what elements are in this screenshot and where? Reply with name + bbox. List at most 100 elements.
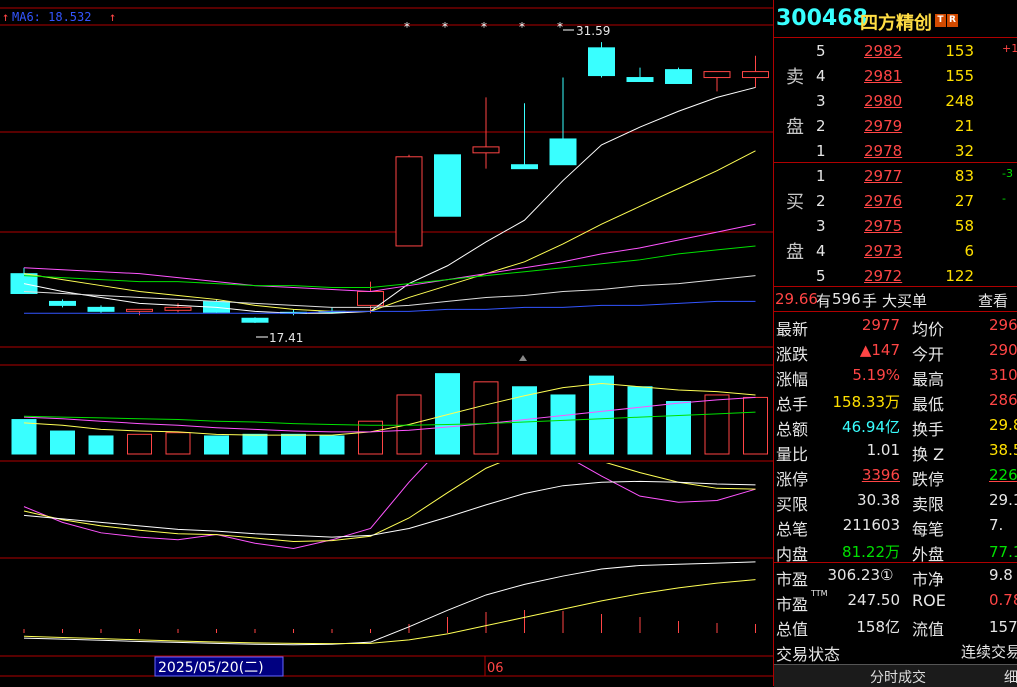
big-order-row[interactable]: 29.66 有 596 手 大买单 查看 xyxy=(774,288,1017,313)
stat-row[interactable]: 总额 46.94亿换手 29.89% xyxy=(774,414,1017,439)
ask-volume: 21 xyxy=(954,117,974,135)
stat-value: 1.01 xyxy=(866,441,900,459)
kline-chart-area[interactable]: ↑ MA6: 18.532 ↑ * * * * * 31.59 17.41 2025/0… xyxy=(0,0,773,686)
stat-row[interactable]: 总笔 211603 每笔 7. xyxy=(774,514,1017,539)
t-tag-icon: T xyxy=(935,14,946,27)
candle-body xyxy=(87,306,115,312)
volume-bar xyxy=(11,419,37,455)
ask-row[interactable]: 5 2982 153 +1 xyxy=(774,40,1017,65)
fund-value: 247.50 xyxy=(847,591,901,609)
ma6-arrow: ↑ xyxy=(109,10,116,24)
volume-bar xyxy=(704,394,730,455)
volume-bars xyxy=(11,373,768,455)
info-circle-icon[interactable]: ① xyxy=(880,566,893,584)
ask-volume: 153 xyxy=(945,42,974,60)
r-tag-icon: R xyxy=(947,14,958,27)
stat-value-2: 29.89% xyxy=(989,416,1017,434)
indicator-line-j xyxy=(23,480,756,538)
stat-label: 涨跌 xyxy=(776,345,809,364)
stat-label: 涨幅 xyxy=(776,370,809,389)
ask-row[interactable]: 3 2980 248 xyxy=(774,90,1017,115)
volume-bar xyxy=(473,381,499,455)
ma-line-ma5 xyxy=(23,86,756,314)
fundamental-row[interactable]: 市盈 247.50 ROE 0.780% TTM xyxy=(774,589,1017,614)
ask-row[interactable]: 4 2981 155 xyxy=(774,65,1017,90)
tab-time-trades[interactable]: 分时成交 xyxy=(870,667,926,687)
candle-body xyxy=(395,156,423,247)
ask-row[interactable]: 2 2979 21 xyxy=(774,115,1017,140)
big-order-vol: 596 xyxy=(832,290,861,308)
big-order-unit: 手 xyxy=(862,292,878,310)
fundamental-row[interactable]: 总值 158亿流值 157.7亿 xyxy=(774,614,1017,639)
stat-row[interactable]: 量比 1.01 换 Z 38.54% xyxy=(774,439,1017,464)
stat-value-2: 286 xyxy=(989,391,1017,409)
volume-bar xyxy=(550,394,576,455)
svg-text:*: * xyxy=(442,20,448,34)
stock-code: 300468 xyxy=(776,6,868,31)
stat-row[interactable]: 涨幅 5.19% 最高 310 xyxy=(774,364,1017,389)
stat-value-2: 296 xyxy=(989,316,1017,334)
ask-volume: 32 xyxy=(954,142,974,160)
quote-header: 300468 四方精创 T R xyxy=(774,6,1017,36)
candle-body xyxy=(49,300,76,306)
ma-line-ma30 xyxy=(23,245,756,289)
stat-value-2: 290 xyxy=(989,341,1017,359)
stat-row[interactable]: 买限 30.38 卖限 29.1 xyxy=(774,489,1017,514)
fund-value: 306.23 xyxy=(827,566,881,584)
bid-volume: 27 xyxy=(954,192,974,210)
stat-row[interactable]: 内盘81.22万外盘77.11万 xyxy=(774,539,1017,564)
volume-bar xyxy=(319,435,345,455)
stat-value-2: 38.54% xyxy=(989,441,1017,459)
stat-row[interactable]: 涨停 3396 跌停 226 xyxy=(774,464,1017,489)
bid-change: - xyxy=(1002,192,1006,205)
candle-body xyxy=(626,77,654,83)
view-link[interactable]: 查看 xyxy=(978,290,1008,311)
bottom-tab-bar: 分时成交 细 xyxy=(774,664,1017,687)
stat-row[interactable]: 最新 2977 均价 296 xyxy=(774,314,1017,339)
stat-label: 买限 xyxy=(776,495,809,514)
volume-bar xyxy=(743,396,768,455)
stat-label-2: 卖限 xyxy=(912,495,945,514)
stat-row[interactable]: 总手 158.33万 最低 286 xyxy=(774,389,1017,414)
bid-price: 2975 xyxy=(864,217,903,235)
ma5-arrow: ↑ xyxy=(2,10,9,24)
stat-value: 81.22万 xyxy=(842,543,900,561)
bid-row[interactable]: 2 2976 27 - xyxy=(774,190,1017,215)
volume-bar xyxy=(88,435,114,455)
volume-bar xyxy=(589,375,614,455)
bid-row[interactable]: 4 2973 6 xyxy=(774,240,1017,265)
bid-level: 1 xyxy=(816,167,826,185)
volume-bar xyxy=(435,373,460,455)
stat-label: 总笔 xyxy=(776,520,809,539)
ask-level: 1 xyxy=(816,142,826,160)
ask-level: 2 xyxy=(816,117,826,135)
stat-value: 46.94亿 xyxy=(842,418,900,436)
fundamental-row[interactable]: 交易状态 连续交易 xyxy=(774,639,1017,664)
bid-price: 2973 xyxy=(864,242,903,260)
ask-change: +1 xyxy=(1002,42,1017,55)
fundamental-row[interactable]: 市盈 306.23 市净 9.8 ① xyxy=(774,564,1017,589)
ask-volume: 155 xyxy=(945,67,974,85)
indicator-macd xyxy=(23,561,756,646)
bid-row[interactable]: 3 2975 58 xyxy=(774,215,1017,240)
cursor-date: 2025/05/20(二) xyxy=(158,660,264,676)
candle-body xyxy=(549,138,577,166)
high-price-label: 31.59 xyxy=(576,24,610,38)
stat-label-2: 换 Z xyxy=(912,445,945,464)
stat-row[interactable]: 涨跌 ▲147 今开 290 xyxy=(774,339,1017,364)
stat-label-2: 最高 xyxy=(912,370,945,389)
candle-body xyxy=(241,317,269,323)
stat-label-2: 跌停 xyxy=(912,470,945,489)
low-price-label: 17.41 xyxy=(269,331,303,345)
bid-row[interactable]: 1 2977 83 -3 xyxy=(774,165,1017,190)
candle-body xyxy=(511,164,538,170)
tab-detail[interactable]: 细 xyxy=(1004,667,1017,687)
ma6-label: MA6: 18.532 xyxy=(12,10,91,24)
stock-name: 四方精创 xyxy=(860,13,932,34)
signal-stars: * * * * * xyxy=(404,20,563,34)
bid-change: -3 xyxy=(1002,167,1013,180)
bid-price: 2977 xyxy=(864,167,903,185)
pane-borders xyxy=(0,7,773,677)
stat-value: ▲147 xyxy=(859,341,900,359)
candle-body xyxy=(357,291,384,306)
